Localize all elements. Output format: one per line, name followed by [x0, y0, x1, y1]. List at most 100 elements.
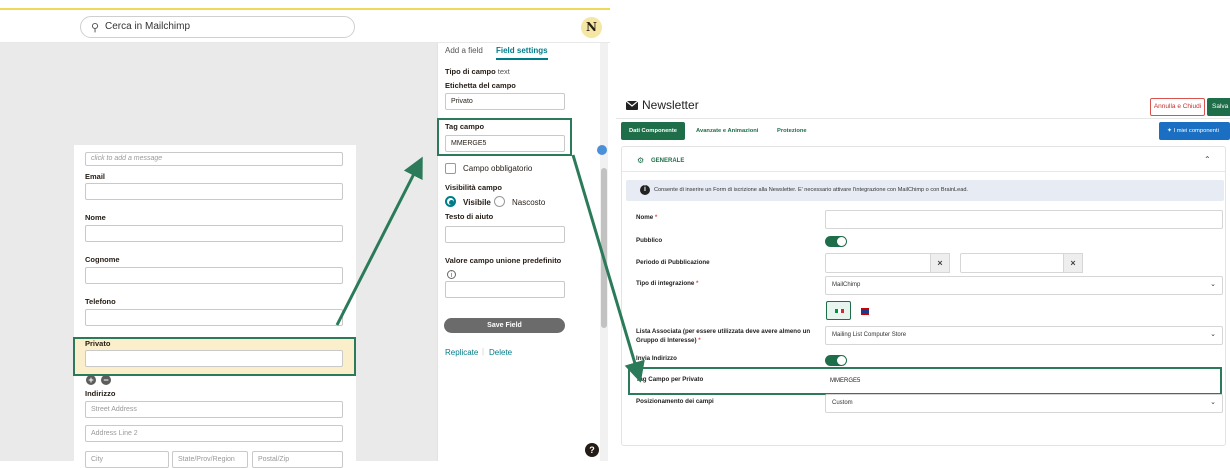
flag-en-button[interactable] — [852, 301, 877, 320]
pubblico-toggle[interactable] — [825, 236, 847, 247]
indirizzo-label: Indirizzo — [85, 389, 116, 398]
chevron-up-icon[interactable]: ⌃ — [1204, 155, 1211, 164]
nome-field[interactable] — [85, 225, 343, 242]
street-address-field[interactable]: Street Address — [85, 401, 343, 418]
tag-campo-value: MMERGE5 — [451, 140, 487, 147]
invia-indirizzo-toggle[interactable] — [825, 355, 847, 366]
chevron-down-icon: ⌄ — [1210, 281, 1216, 288]
gear-icon: ⚙ — [637, 156, 645, 165]
section-header[interactable] — [622, 150, 1225, 172]
save-button[interactable]: Salva — [1207, 98, 1230, 116]
pubblico-label: Pubblico — [636, 237, 663, 244]
zip-field[interactable]: Postal/Zip — [252, 451, 343, 468]
tag-campo-privato-label: Tag Campo per Privato — [636, 376, 704, 383]
city-placeholder: City — [91, 456, 104, 463]
etichetta-value: Privato — [451, 98, 473, 105]
cancel-button[interactable]: Annulla e Chiudi — [1150, 98, 1205, 116]
obbligatorio-checkbox[interactable] — [445, 163, 456, 174]
scrollbar-thumb[interactable] — [601, 168, 607, 328]
tipo-campo-value: text — [497, 67, 510, 76]
lista-value: Mailing List Computer Store — [832, 332, 907, 338]
header-divider — [616, 118, 1230, 119]
telefono-label: Telefono — [85, 297, 116, 306]
line2-placeholder: Address Line 2 — [91, 430, 138, 437]
tag-campo-privato-value[interactable]: MMERGE5 — [830, 378, 860, 384]
search-placeholder: Cerca in Mailchimp — [105, 21, 191, 32]
obbligatorio-label: Campo obbligatorio — [463, 164, 533, 173]
nascosto-label: Nascosto — [512, 198, 546, 207]
tag-campo-label: Tag campo — [445, 122, 485, 131]
state-placeholder: State/Prov/Region — [178, 456, 235, 463]
replicate-link[interactable]: Replicate — [445, 348, 478, 357]
telefono-field[interactable] — [85, 309, 343, 326]
info-icon: i — [640, 185, 650, 195]
help-button[interactable]: ? — [585, 443, 599, 457]
city-field[interactable]: City — [85, 451, 169, 468]
posizionamento-select[interactable]: Custom ⌄ — [825, 394, 1223, 413]
chevron-down-icon: ⌄ — [1210, 331, 1216, 338]
tab-field-settings[interactable]: Field settings — [496, 46, 548, 60]
valore-predefinito-input[interactable] — [445, 281, 565, 298]
visibile-radio[interactable] — [445, 196, 456, 207]
message-field[interactable]: click to add a message — [85, 152, 343, 166]
privato-label: Privato — [85, 339, 111, 348]
tipo-campo-label: Tipo di campo text — [445, 67, 510, 76]
etichetta-input[interactable]: Privato — [445, 93, 565, 110]
street-placeholder: Street Address — [91, 406, 137, 413]
message-placeholder: click to add a message — [91, 155, 163, 162]
periodo-label: Periodo di Pubblicazione — [636, 259, 710, 266]
tag-campo-input[interactable]: MMERGE5 — [445, 135, 565, 152]
address-line2-field[interactable]: Address Line 2 — [85, 425, 343, 442]
nome-input[interactable] — [825, 210, 1223, 229]
lista-select[interactable]: Mailing List Computer Store ⌄ — [825, 326, 1223, 345]
valore-predefinito-label: Valore campo unione predefinito — [445, 256, 562, 265]
tipo-integrazione-select[interactable]: MailChimp ⌄ — [825, 276, 1223, 295]
panel-collapse-icon[interactable] — [597, 145, 607, 155]
invia-indirizzo-label: Invia Indirizzo — [636, 355, 677, 362]
cognome-field[interactable] — [85, 267, 343, 284]
tab-dati-componente[interactable]: Dati Componente — [621, 122, 685, 140]
search-input[interactable]: ⚲ Cerca in Mailchimp — [80, 16, 355, 38]
envelope-icon — [626, 101, 638, 110]
tab-avanzate[interactable]: Avanzate e Animazioni — [696, 122, 758, 140]
visibile-label: Visibile — [463, 198, 491, 207]
tag-campo-row-highlight — [628, 367, 1222, 395]
nascosto-radio[interactable] — [494, 196, 505, 207]
clear-end-icon[interactable]: × — [1063, 253, 1083, 273]
nome-label: Nome — [85, 213, 106, 222]
save-field-button[interactable]: Save Field — [444, 318, 565, 333]
link-divider: | — [482, 347, 485, 356]
panel-scrollbar[interactable] — [600, 43, 608, 461]
my-components-label: I miei componenti — [1173, 128, 1219, 134]
zip-placeholder: Postal/Zip — [258, 456, 290, 463]
modal-title: Newsletter — [642, 98, 699, 112]
visibilita-label: Visibilità campo — [445, 183, 502, 192]
testo-aiuto-label: Testo di aiuto — [445, 212, 494, 221]
nome-label: Nome * — [636, 214, 658, 221]
etichetta-label: Etichetta del campo — [445, 81, 516, 90]
search-icon: ⚲ — [91, 22, 100, 34]
remove-field-icon[interactable]: − — [101, 375, 111, 385]
tipo-integrazione-value: MailChimp — [832, 282, 861, 288]
add-field-icon[interactable]: + — [86, 375, 96, 385]
avatar[interactable]: N — [581, 17, 602, 38]
testo-aiuto-input[interactable] — [445, 226, 565, 243]
info-text: Consente di inserire un Form di iscrizio… — [654, 187, 968, 193]
state-field[interactable]: State/Prov/Region — [172, 451, 248, 468]
section-title: GENERALE — [651, 158, 685, 164]
chevron-down-icon: ⌄ — [1210, 399, 1216, 406]
posizionamento-label: Posizionamento dei campi — [636, 398, 714, 405]
clear-start-icon[interactable]: × — [930, 253, 950, 273]
email-label: Email — [85, 172, 106, 181]
tab-protezione[interactable]: Protezione — [777, 122, 807, 140]
my-components-button[interactable]: ✦ I miei componenti — [1159, 122, 1230, 140]
cognome-label: Cognome — [85, 255, 120, 264]
info-icon[interactable]: i — [447, 270, 456, 279]
lista-label: Lista Associata (per essere utilizzata d… — [636, 328, 811, 344]
tipo-integrazione-label: Tipo di integrazione * — [636, 280, 699, 287]
email-field[interactable] — [85, 183, 343, 200]
flag-it-button[interactable] — [826, 301, 851, 320]
privato-field[interactable] — [85, 350, 343, 367]
delete-link[interactable]: Delete — [489, 348, 512, 357]
tab-add-field[interactable]: Add a field — [445, 46, 483, 55]
